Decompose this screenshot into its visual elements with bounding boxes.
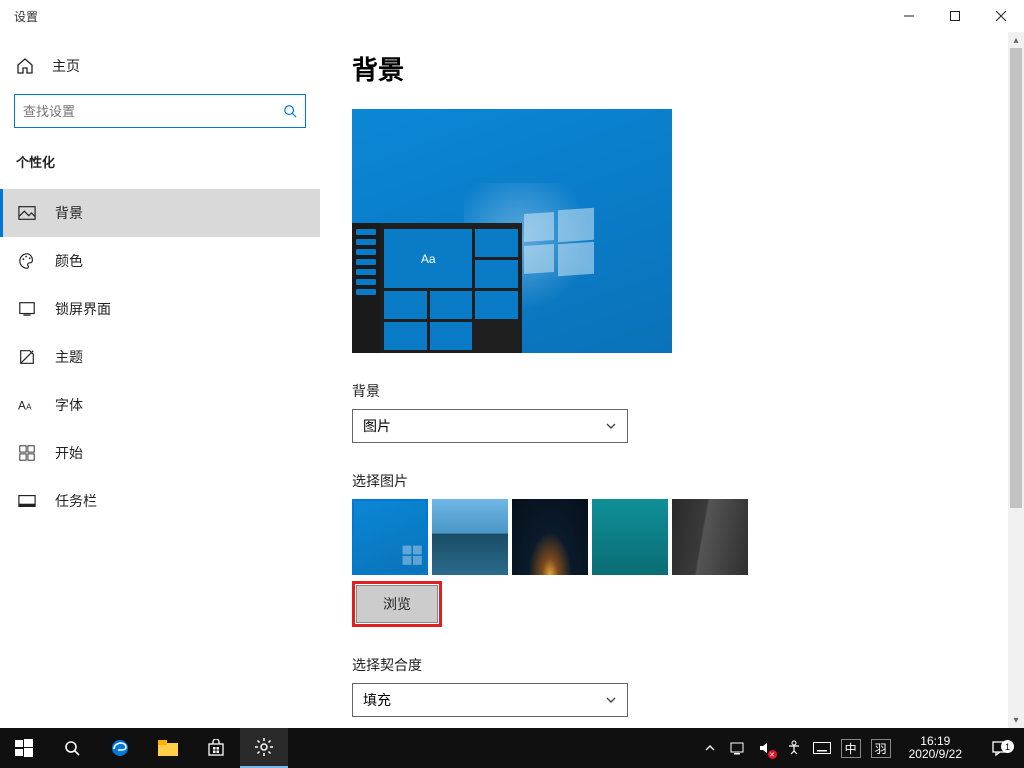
edge-button[interactable] <box>96 728 144 768</box>
browse-button[interactable]: 浏览 <box>356 585 438 623</box>
scroll-up-icon[interactable]: ▴ <box>1008 32 1024 48</box>
search-box[interactable] <box>14 94 306 128</box>
close-button[interactable] <box>978 0 1024 32</box>
background-dropdown-value: 图片 <box>363 416 391 436</box>
keyboard-icon[interactable] <box>813 739 831 757</box>
picture-thumbnails <box>352 499 1024 575</box>
maximize-button[interactable] <box>932 0 978 32</box>
chevron-down-icon <box>605 420 617 432</box>
vertical-scrollbar[interactable]: ▴ ▾ <box>1008 32 1024 728</box>
store-button[interactable] <box>192 728 240 768</box>
file-explorer-button[interactable] <box>144 728 192 768</box>
nav-label: 开始 <box>55 443 83 463</box>
notification-badge: 1 <box>1001 740 1014 753</box>
font-icon: AA <box>17 395 37 415</box>
thumb-3[interactable] <box>512 499 588 575</box>
nav-fonts[interactable]: AA 字体 <box>0 381 320 429</box>
ime-indicator-1[interactable]: 中 <box>841 739 861 758</box>
sidebar: 主页 个性化 背景 颜色 锁屏界面 <box>0 32 320 728</box>
clock-date: 2020/9/22 <box>909 748 962 761</box>
minimize-button[interactable] <box>886 0 932 32</box>
desktop-preview: Aa <box>352 109 672 353</box>
window-title: 设置 <box>14 8 38 25</box>
system-tray: ✕ 中 羽 16:19 2020/9/22 1 <box>701 735 1024 761</box>
tray-overflow-icon[interactable] <box>701 739 719 757</box>
nav-label: 锁屏界面 <box>55 299 111 319</box>
choose-picture-label: 选择图片 <box>352 471 1024 491</box>
nav-themes[interactable]: 主题 <box>0 333 320 381</box>
browse-highlight: 浏览 <box>352 581 442 627</box>
svg-text:A: A <box>18 400 26 413</box>
settings-button[interactable] <box>240 728 288 768</box>
search-icon <box>283 104 297 118</box>
nav-label: 背景 <box>55 203 83 223</box>
nav-taskbar[interactable]: 任务栏 <box>0 477 320 525</box>
thumb-2[interactable] <box>432 499 508 575</box>
start-icon <box>17 443 37 463</box>
palette-icon <box>17 251 37 271</box>
thumb-1[interactable] <box>352 499 428 575</box>
nav-start[interactable]: 开始 <box>0 429 320 477</box>
svg-text:A: A <box>26 403 32 412</box>
nav-background[interactable]: 背景 <box>0 189 320 237</box>
taskbar: ✕ 中 羽 16:19 2020/9/22 1 <box>0 728 1024 768</box>
thumb-4[interactable] <box>592 499 668 575</box>
nav-label: 字体 <box>55 395 83 415</box>
nav-label: 主题 <box>55 347 83 367</box>
chevron-down-icon <box>605 694 617 706</box>
start-button[interactable] <box>0 728 48 768</box>
home-icon <box>16 57 34 75</box>
taskbar-clock[interactable]: 16:19 2020/9/22 <box>901 735 970 761</box>
volume-icon[interactable]: ✕ <box>757 739 775 757</box>
scroll-down-icon[interactable]: ▾ <box>1008 712 1024 728</box>
taskbar-icon <box>17 491 37 511</box>
network-icon[interactable] <box>729 739 747 757</box>
scroll-thumb[interactable] <box>1010 48 1022 508</box>
home-label: 主页 <box>52 56 80 76</box>
home-link[interactable]: 主页 <box>0 46 320 86</box>
lockscreen-icon <box>17 299 37 319</box>
content-area: 背景 Aa 背景 图片 选择图片 <box>320 32 1024 728</box>
page-heading: 背景 <box>352 50 1024 87</box>
window-controls <box>886 0 1024 32</box>
background-field-label: 背景 <box>352 381 1024 401</box>
picture-icon <box>17 203 37 223</box>
nav-lockscreen[interactable]: 锁屏界面 <box>0 285 320 333</box>
section-label: 个性化 <box>0 142 320 189</box>
thumb-5[interactable] <box>672 499 748 575</box>
search-input[interactable] <box>23 104 283 119</box>
ime-indicator-2[interactable]: 羽 <box>871 739 891 758</box>
background-dropdown[interactable]: 图片 <box>352 409 628 443</box>
nav-label: 任务栏 <box>55 491 97 511</box>
ease-of-access-icon[interactable] <box>785 739 803 757</box>
action-center-button[interactable]: 1 <box>980 739 1020 757</box>
preview-sample-text: Aa <box>384 229 472 288</box>
theme-icon <box>17 347 37 367</box>
fit-label: 选择契合度 <box>352 655 1024 675</box>
titlebar: 设置 <box>0 0 1024 32</box>
nav-colors[interactable]: 颜色 <box>0 237 320 285</box>
nav-label: 颜色 <box>55 251 83 271</box>
fit-dropdown-value: 填充 <box>363 690 391 710</box>
fit-dropdown[interactable]: 填充 <box>352 683 628 717</box>
app-body: 主页 个性化 背景 颜色 锁屏界面 <box>0 32 1024 728</box>
taskbar-search-button[interactable] <box>48 728 96 768</box>
